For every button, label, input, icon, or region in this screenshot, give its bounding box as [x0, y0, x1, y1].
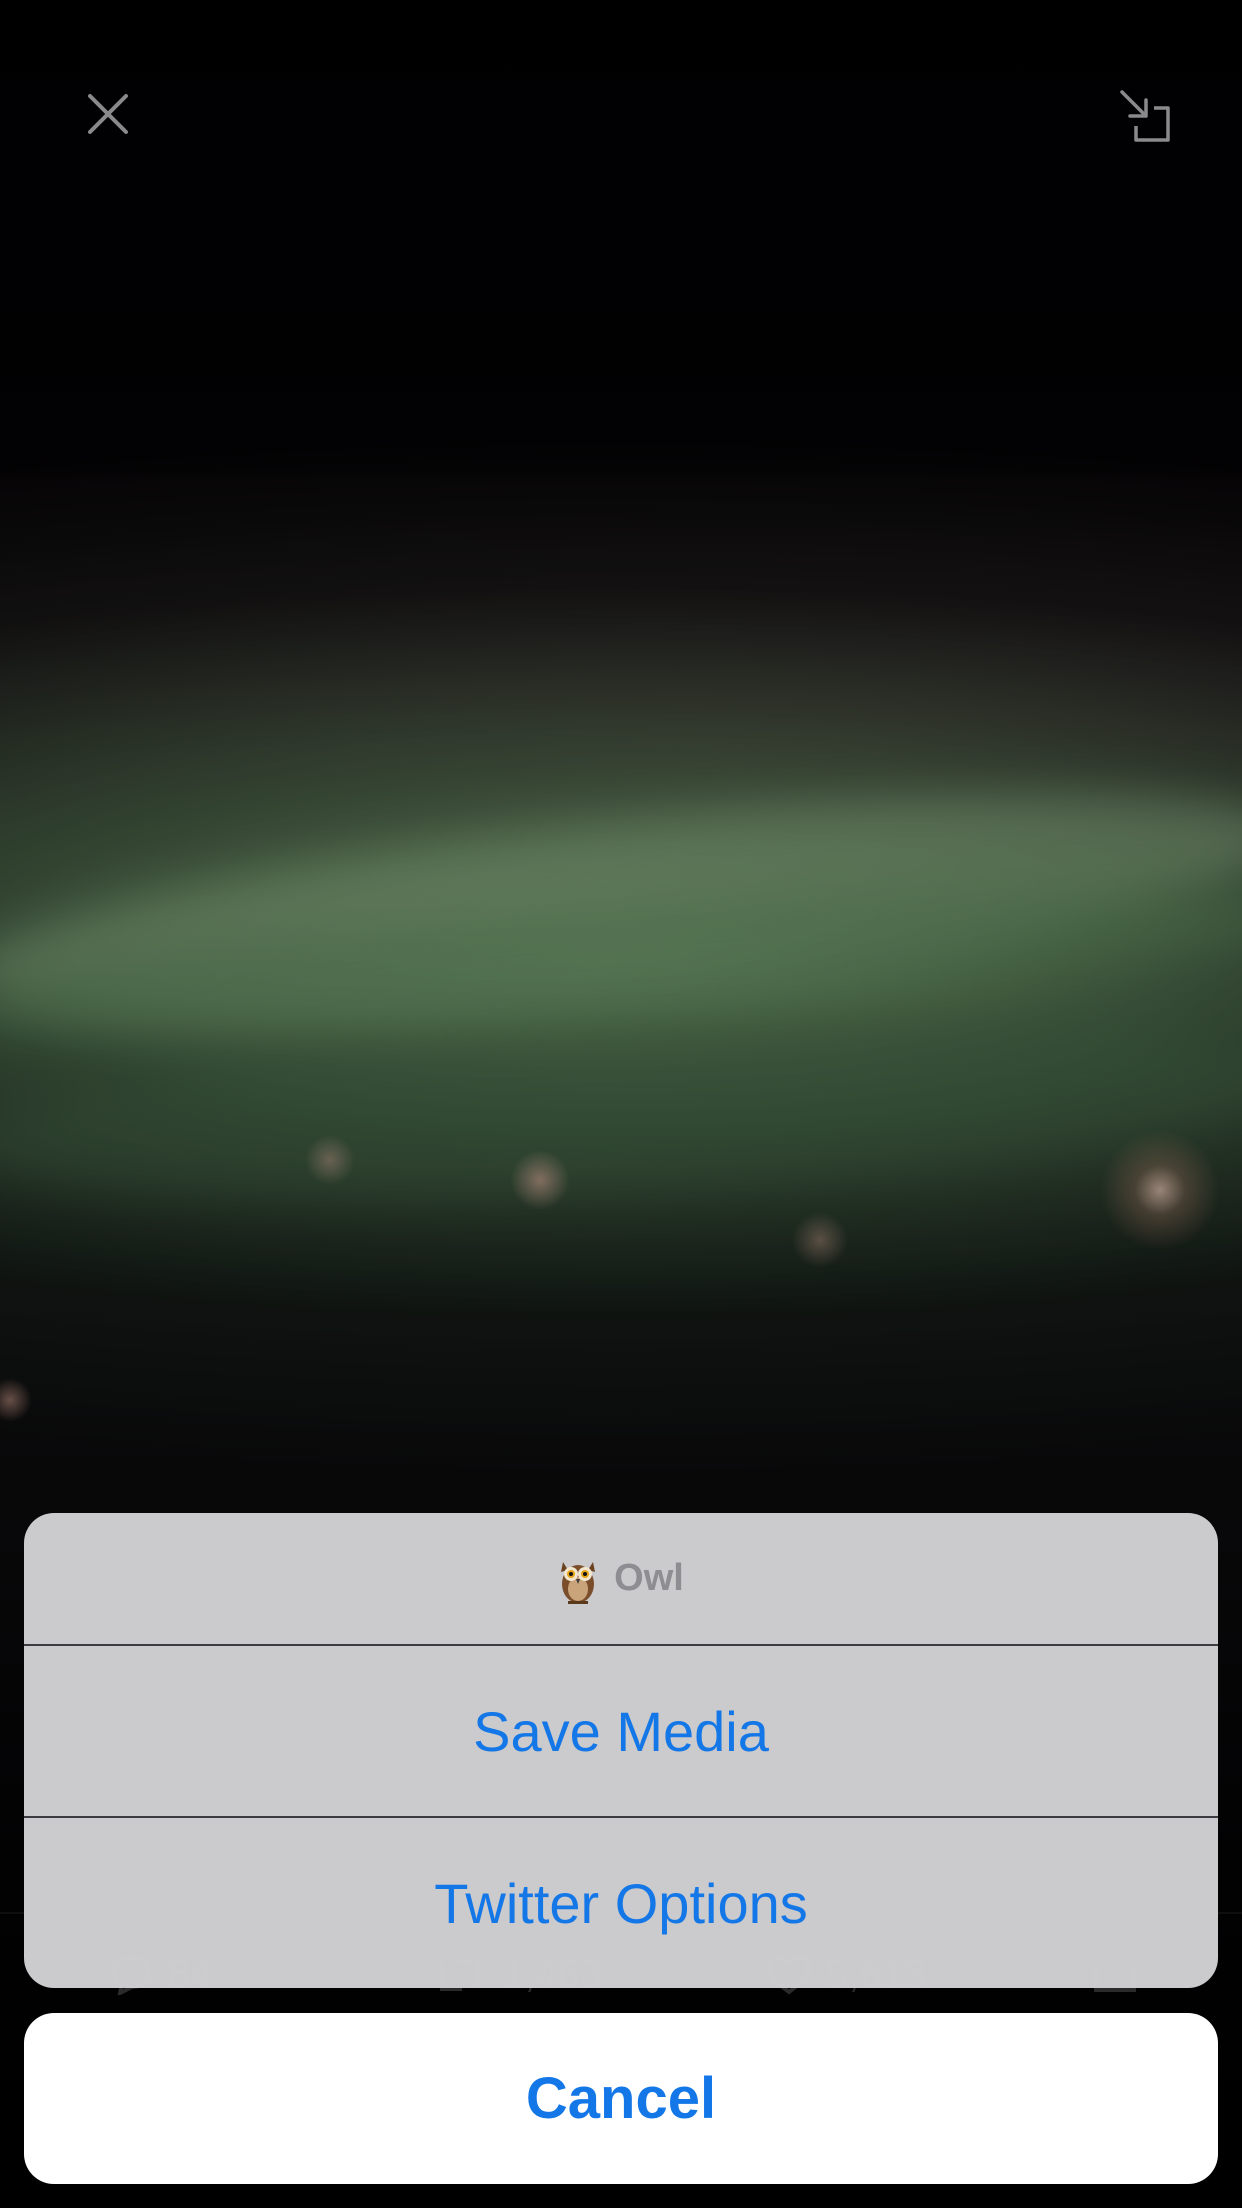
owl-icon: [561, 1561, 596, 1604]
twitter-options-button[interactable]: Twitter Options: [24, 1818, 1218, 1988]
minimize-icon: [1120, 90, 1170, 142]
cancel-button[interactable]: Cancel: [24, 2013, 1218, 2184]
action-sheet-title-text: Owl: [614, 1557, 684, 1599]
close-icon: [88, 94, 128, 134]
action-sheet: Owl Save Media Twitter Options: [24, 1513, 1218, 1988]
action-sheet-title: Owl: [24, 1513, 1218, 1646]
close-button[interactable]: [72, 78, 144, 150]
minimize-button[interactable]: [1110, 80, 1182, 152]
save-media-button[interactable]: Save Media: [24, 1646, 1218, 1818]
